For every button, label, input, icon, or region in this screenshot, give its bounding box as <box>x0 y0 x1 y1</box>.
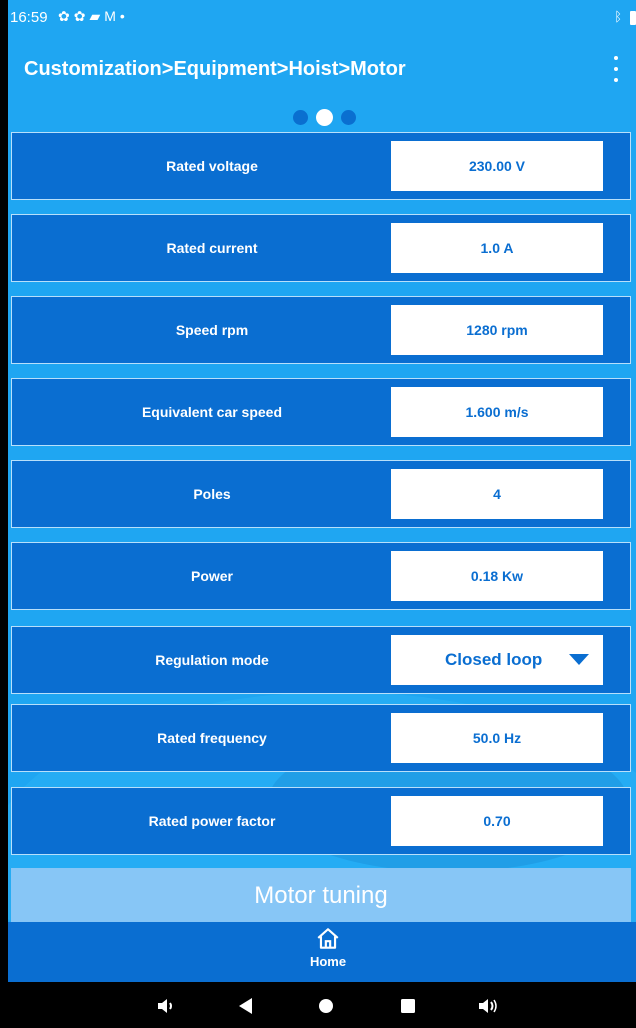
page-title: Customization>Equipment>Hoist>Motor <box>24 58 406 80</box>
param-label: Rated frequency <box>157 730 267 746</box>
image-icon: ▰ <box>89 8 105 24</box>
page-dot[interactable] <box>341 110 356 125</box>
app-bar: Customization>Equipment>Hoist>Motor <box>8 36 636 132</box>
status-time: 16:59 <box>10 9 48 26</box>
poles-field[interactable]: 4 <box>391 469 603 519</box>
param-row-power-factor: Rated power factor 0.70 <box>11 787 631 855</box>
back-icon[interactable] <box>236 996 256 1016</box>
param-label: Poles <box>193 486 231 502</box>
power-factor-field[interactable]: 0.70 <box>391 796 603 846</box>
params-list: Rated voltage 230.00 V Rated current 1.0… <box>8 132 636 922</box>
param-label: Power <box>190 568 233 584</box>
param-row-power: Power 0.18 Kw <box>11 542 631 610</box>
app-screen: 16:59 ✿✿▰M• ᛒ Customization>Equipment>Ho… <box>8 0 636 1028</box>
param-label: Rated current <box>166 240 258 256</box>
car-speed-field[interactable]: 1.600 m/s <box>391 387 603 437</box>
param-row-regulation-mode: Regulation mode Closed loop <box>11 626 631 694</box>
bottom-nav: Home <box>8 922 636 982</box>
param-row-rated-frequency: Rated frequency 50.0 Hz <box>11 704 631 772</box>
volume-down-icon[interactable] <box>156 996 176 1016</box>
page-dot-active[interactable] <box>316 109 333 126</box>
power-field[interactable]: 0.18 Kw <box>391 551 603 601</box>
rated-current-field[interactable]: 1.0 A <box>391 223 603 273</box>
home-nav-button[interactable]: Home <box>298 926 358 978</box>
dropdown-value: Closed loop <box>445 650 543 669</box>
rated-frequency-field[interactable]: 50.0 Hz <box>391 713 603 763</box>
settings-icon: ✿ <box>58 8 74 24</box>
param-row-car-speed: Equivalent car speed 1.600 m/s <box>11 378 631 446</box>
param-row-poles: Poles 4 <box>11 460 631 528</box>
system-nav-bar <box>8 982 636 1028</box>
param-label: Rated power factor <box>148 813 276 829</box>
motor-tuning-button[interactable]: Motor tuning <box>11 868 631 922</box>
battery-icon <box>630 11 636 25</box>
regulation-mode-dropdown[interactable]: Closed loop <box>391 635 603 685</box>
page-dot[interactable] <box>293 110 308 125</box>
home-circle-icon[interactable] <box>316 996 336 1016</box>
param-label: Rated voltage <box>166 158 258 174</box>
home-icon <box>317 928 339 949</box>
param-label: Speed rpm <box>175 322 249 338</box>
dot-icon: • <box>119 8 129 24</box>
mail-icon: M <box>104 8 120 24</box>
dropdown-arrow-icon <box>569 654 589 665</box>
volume-up-icon[interactable] <box>478 996 498 1016</box>
param-row-speed-rpm: Speed rpm 1280 rpm <box>11 296 631 364</box>
param-label: Equivalent car speed <box>141 404 283 420</box>
speed-rpm-field[interactable]: 1280 rpm <box>391 305 603 355</box>
home-label: Home <box>309 954 347 969</box>
status-bar: 16:59 ✿✿▰M• ᛒ <box>8 0 636 36</box>
param-row-rated-current: Rated current 1.0 A <box>11 214 631 282</box>
param-row-rated-voltage: Rated voltage 230.00 V <box>11 132 631 200</box>
more-vert-icon[interactable] <box>606 56 626 82</box>
notification-icons: ✿✿▰M• <box>58 8 129 25</box>
param-label: Regulation mode <box>155 652 269 668</box>
recents-icon[interactable] <box>398 996 418 1016</box>
bluetooth-icon: ᛒ <box>614 9 622 24</box>
page-indicator <box>293 109 356 126</box>
settings-icon: ✿ <box>73 8 90 24</box>
rated-voltage-field[interactable]: 230.00 V <box>391 141 603 191</box>
